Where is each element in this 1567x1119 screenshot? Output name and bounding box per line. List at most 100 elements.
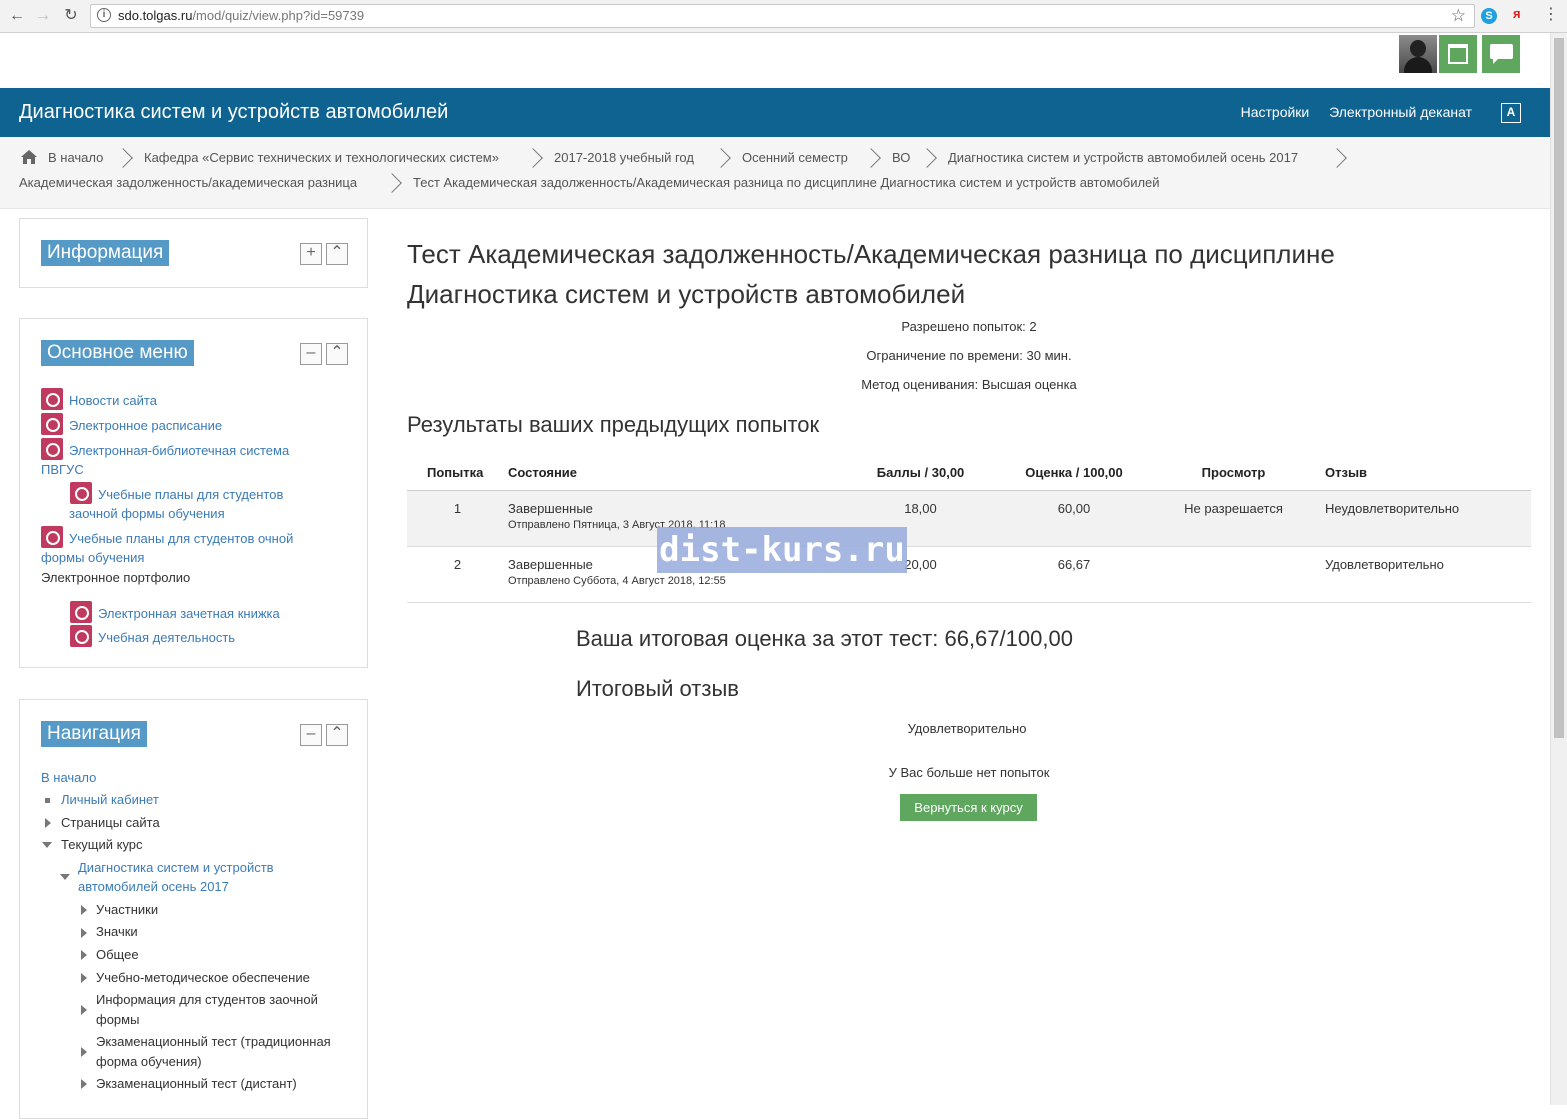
menu-item-activity[interactable]: Учебная деятельность [98, 628, 235, 648]
schedule-icon [41, 413, 63, 435]
bookmark-star-icon[interactable]: ☆ [1451, 6, 1466, 26]
expand-arrow-icon[interactable] [81, 950, 87, 960]
nav-home[interactable]: В начало [41, 768, 96, 788]
dean-office-link[interactable]: Электронный деканат [1329, 104, 1472, 120]
expand-arrow-icon[interactable] [81, 1079, 87, 1089]
scrollbar[interactable] [1550, 33, 1567, 1105]
attempt-feedback: Неудовлетворительно [1312, 490, 1531, 547]
menu-item-plans-extramural[interactable]: Учебные планы для студентов [98, 485, 283, 505]
menu-item-library[interactable]: Электронная-библиотечная система [69, 441, 289, 461]
attempts-table: Попытка Состояние Баллы / 30,00 Оценка /… [407, 456, 1531, 603]
expand-arrow-icon[interactable] [81, 1005, 87, 1015]
menu-item-record-book[interactable]: Электронная зачетная книжка [98, 604, 280, 624]
attempts-allowed: Разрешено попыток: 2 [901, 319, 1037, 334]
collapse-icon[interactable]: – [300, 724, 322, 746]
breadcrumb-item-vo[interactable]: ВО [892, 150, 910, 165]
breadcrumb-item-quiz[interactable]: Тест Академическая задолженность/Академи… [413, 175, 1160, 190]
attempt-review: Не разрешается [1155, 490, 1312, 547]
menu-item-library-cont[interactable]: ПВГУС [41, 460, 84, 480]
notifications-icon[interactable] [1439, 35, 1477, 73]
expand-arrow-icon[interactable] [81, 973, 87, 983]
breadcrumb-separator [1327, 148, 1347, 168]
browser-menu-icon[interactable]: ⋮ [1543, 6, 1559, 26]
menu-item-plans-fulltime[interactable]: Учебные планы для студентов очной [69, 529, 293, 549]
breadcrumb-item-department[interactable]: Кафедра «Сервис технических и технологич… [144, 150, 499, 165]
breadcrumb: В начало Кафедра «Сервис технических и т… [0, 137, 1550, 209]
expand-icon[interactable]: + [300, 243, 322, 265]
scrollbar-thumb[interactable] [1554, 38, 1564, 738]
site-title[interactable]: Диагностика систем и устройств автомобил… [19, 101, 448, 124]
nav-exam-distant[interactable]: Экзаменационный тест (дистант) [96, 1074, 297, 1094]
nav-course[interactable]: Диагностика систем и устройств [78, 858, 274, 878]
menu-item-plans-fulltime-cont[interactable]: формы обучения [41, 548, 144, 568]
address-bar[interactable]: i sdo.tolgas.ru/mod/quiz/view.php?id=597… [90, 4, 1475, 28]
main-menu-title: Основное меню [41, 340, 194, 366]
breadcrumb-separator [711, 148, 731, 168]
move-up-icon[interactable]: ⌃ [326, 724, 348, 746]
attempt-state-label: Завершенные [508, 556, 593, 572]
nav-dashboard[interactable]: Личный кабинет [61, 790, 159, 810]
info-block: Информация + ⌃ [19, 218, 368, 288]
attempt-review [1155, 546, 1312, 603]
attempt-submitted: Отправлено Суббота, 4 Август 2018, 12:55 [508, 574, 726, 587]
back-to-course-button[interactable]: Вернуться к курсу [900, 794, 1037, 821]
nav-methodical[interactable]: Учебно-методическое обеспечение [96, 968, 310, 988]
nav-exam-traditional-cont[interactable]: форма обучения) [96, 1052, 202, 1072]
nav-participants[interactable]: Участники [96, 900, 158, 920]
col-marks: Баллы / 30,00 [848, 456, 993, 491]
breadcrumb-item-course[interactable]: Диагностика систем и устройств автомобил… [948, 150, 1298, 165]
collapse-arrow-icon[interactable] [42, 842, 52, 848]
collapse-icon[interactable]: – [300, 343, 322, 365]
nav-course-cont[interactable]: автомобилей осень 2017 [78, 877, 229, 897]
home-icon[interactable] [20, 149, 38, 165]
collapse-arrow-icon[interactable] [60, 874, 70, 880]
skype-extension-icon[interactable]: S [1481, 8, 1497, 24]
user-avatar[interactable] [1399, 35, 1437, 73]
breadcrumb-item-semester[interactable]: Осенний семестр [742, 150, 848, 165]
expand-arrow-icon[interactable] [81, 1047, 87, 1057]
info-icon[interactable]: i [97, 8, 111, 22]
move-up-icon[interactable]: ⌃ [326, 343, 348, 365]
page-title: Тест Академическая задолженность/Академи… [407, 234, 1467, 314]
back-arrow-icon[interactable]: ← [7, 6, 27, 26]
nav-badges[interactable]: Значки [96, 922, 138, 942]
menu-item-schedule[interactable]: Электронное расписание [69, 416, 222, 436]
study-plan-icon [41, 526, 63, 548]
reload-icon[interactable]: ↻ [61, 6, 81, 26]
breadcrumb-separator [917, 148, 937, 168]
breadcrumb-item-year[interactable]: 2017-2018 учебный год [554, 150, 694, 165]
attempt-grade: 60,00 [993, 490, 1155, 547]
final-feedback: Удовлетворительно [907, 721, 1027, 736]
attempt-grade: 66,67 [993, 546, 1155, 603]
breadcrumb-item-home[interactable]: В начало [48, 150, 103, 165]
nav-extramural-info-cont[interactable]: формы [96, 1010, 139, 1030]
yandex-extension-icon[interactable]: я [1513, 6, 1527, 24]
expand-arrow-icon[interactable] [81, 905, 87, 915]
attempt-number: 1 [407, 490, 508, 547]
menu-item-news[interactable]: Новости сайта [69, 391, 157, 411]
expand-arrow-icon[interactable] [81, 928, 87, 938]
expand-arrow-icon[interactable] [45, 818, 51, 828]
messages-icon[interactable] [1482, 35, 1520, 73]
nav-site-pages[interactable]: Страницы сайта [61, 813, 160, 833]
menu-item-plans-extramural-cont[interactable]: заочной формы обучения [69, 504, 225, 524]
breadcrumb-separator [861, 148, 881, 168]
no-more-attempts: У Вас больше нет попыток [888, 765, 1050, 780]
nav-general[interactable]: Общее [96, 945, 139, 965]
language-icon[interactable]: A [1501, 103, 1521, 123]
nav-exam-traditional[interactable]: Экзаменационный тест (традиционная [96, 1032, 331, 1052]
record-book-icon [70, 601, 92, 623]
move-up-icon[interactable]: ⌃ [326, 243, 348, 265]
results-heading: Результаты ваших предыдущих попыток [407, 412, 820, 437]
url-text[interactable]: sdo.tolgas.ru/mod/quiz/view.php?id=59739 [118, 8, 364, 23]
main-menu-block: Основное меню – ⌃ Новости сайта Электрон… [19, 318, 368, 668]
nav-current-course[interactable]: Текущий курс [61, 835, 143, 855]
forward-arrow-icon[interactable]: → [33, 6, 53, 26]
navigation-title: Навигация [41, 721, 147, 747]
page-title-line1: Тест Академическая задолженность/Академи… [407, 239, 1335, 269]
attempt-number: 2 [407, 546, 508, 603]
breadcrumb-separator [382, 173, 402, 193]
nav-extramural-info[interactable]: Информация для студентов заочной [96, 990, 318, 1010]
breadcrumb-item-section[interactable]: Академическая задолженность/академическа… [19, 175, 357, 190]
settings-link[interactable]: Настройки [1241, 104, 1310, 120]
